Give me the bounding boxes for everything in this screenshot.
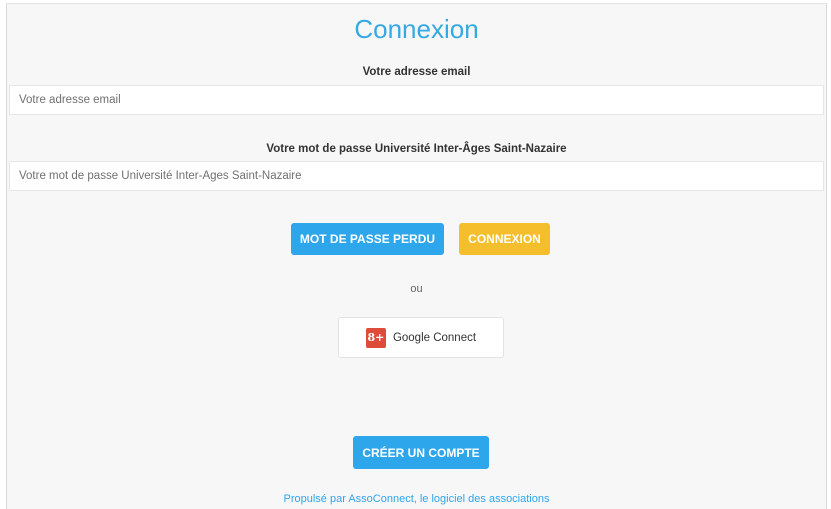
login-button[interactable]: CONNEXION xyxy=(459,223,550,255)
password-label: Votre mot de passe Université Inter-Âges… xyxy=(266,143,567,155)
google-plus-icon: 8+ xyxy=(365,327,386,348)
google-connect-button[interactable]: 8+ Google Connect xyxy=(338,317,504,358)
create-account-button[interactable]: CRÉER UN COMPTE xyxy=(353,436,489,469)
email-field[interactable] xyxy=(9,85,824,115)
powered-by-link[interactable]: Propulsé par AssoConnect, le logiciel de… xyxy=(7,493,826,505)
or-separator: ou xyxy=(410,283,423,295)
page-title: Connexion xyxy=(354,14,479,44)
login-panel: Connexion Votre adresse email Votre mot … xyxy=(6,3,827,509)
lost-password-button[interactable]: MOT DE PASSE PERDU xyxy=(291,223,444,255)
email-label: Votre adresse email xyxy=(362,66,471,78)
google-connect-label: Google Connect xyxy=(392,331,477,344)
password-field[interactable] xyxy=(9,161,824,191)
